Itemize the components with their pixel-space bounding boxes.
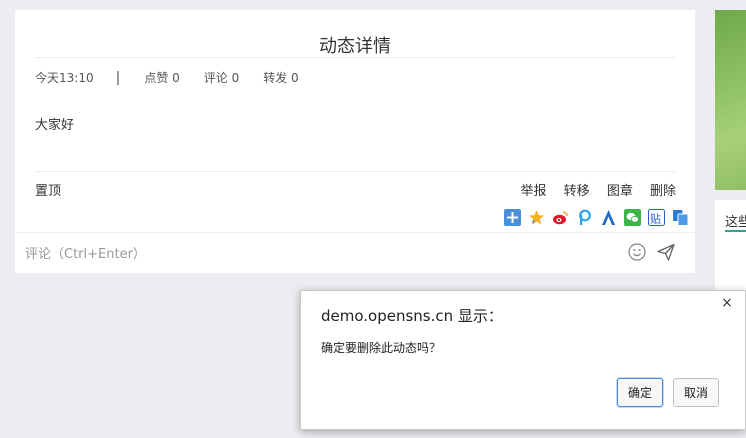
send-icon[interactable] (656, 242, 676, 262)
svg-text:+: + (531, 219, 536, 226)
side-image (715, 10, 746, 190)
meta-separator: | (115, 69, 121, 86)
post-content: 大家好 (35, 118, 75, 133)
side-tab-label[interactable]: 这些 (725, 211, 746, 230)
post-detail-card: 动态详情 今天13:10 | 点赞 0 评论 0 转发 0 大家好 置顶 举报 … (15, 10, 695, 273)
post-meta: 今天13:10 | 点赞 0 评论 0 转发 0 (35, 69, 323, 86)
comment-input[interactable] (25, 244, 585, 264)
side-card: 这些 (715, 200, 746, 300)
ok-button[interactable]: 确定 (617, 378, 663, 407)
like-count[interactable]: 点赞 0 (144, 69, 179, 86)
weibo-share-icon[interactable] (552, 209, 569, 226)
pin-button[interactable]: 置顶 (35, 180, 61, 199)
tab-underline (725, 230, 746, 232)
tieba-share-icon[interactable]: 贴 (648, 209, 665, 226)
move-button[interactable]: 转移 (564, 184, 590, 199)
post-actions: 举报 转移 图章 删除 (508, 180, 676, 199)
copy-share-icon[interactable] (672, 209, 689, 226)
emoji-icon[interactable] (627, 242, 647, 262)
renren-share-icon[interactable] (600, 209, 617, 226)
pengyou-share-icon[interactable] (576, 209, 593, 226)
cancel-button[interactable]: 取消 (673, 378, 719, 407)
post-time: 今天13:10 (35, 71, 94, 85)
close-icon[interactable]: × (720, 296, 734, 310)
dialog-message: 确定要删除此动态吗？ (321, 341, 442, 355)
stamp-button[interactable]: 图章 (607, 184, 633, 199)
report-button[interactable]: 举报 (521, 184, 547, 199)
wechat-share-icon[interactable] (624, 209, 641, 226)
share-bar: + 贴 (504, 209, 689, 226)
repost-count[interactable]: 转发 0 (263, 69, 298, 86)
page-title: 动态详情 (319, 36, 391, 57)
qzone-share-icon[interactable] (504, 209, 521, 226)
qq-favorite-icon[interactable]: + (528, 209, 545, 226)
confirm-dialog: demo.opensns.cn 显示： × 确定要删除此动态吗？ 确定 取消 (300, 290, 746, 430)
divider (35, 57, 675, 58)
dialog-title: demo.opensns.cn 显示： (321, 307, 503, 325)
comment-count[interactable]: 评论 0 (204, 69, 239, 86)
comment-bar (15, 232, 695, 273)
divider (35, 171, 675, 172)
svg-text:贴: 贴 (650, 212, 661, 226)
post-actions-row: 置顶 举报 转移 图章 删除 (35, 180, 676, 199)
delete-button[interactable]: 删除 (650, 184, 676, 199)
